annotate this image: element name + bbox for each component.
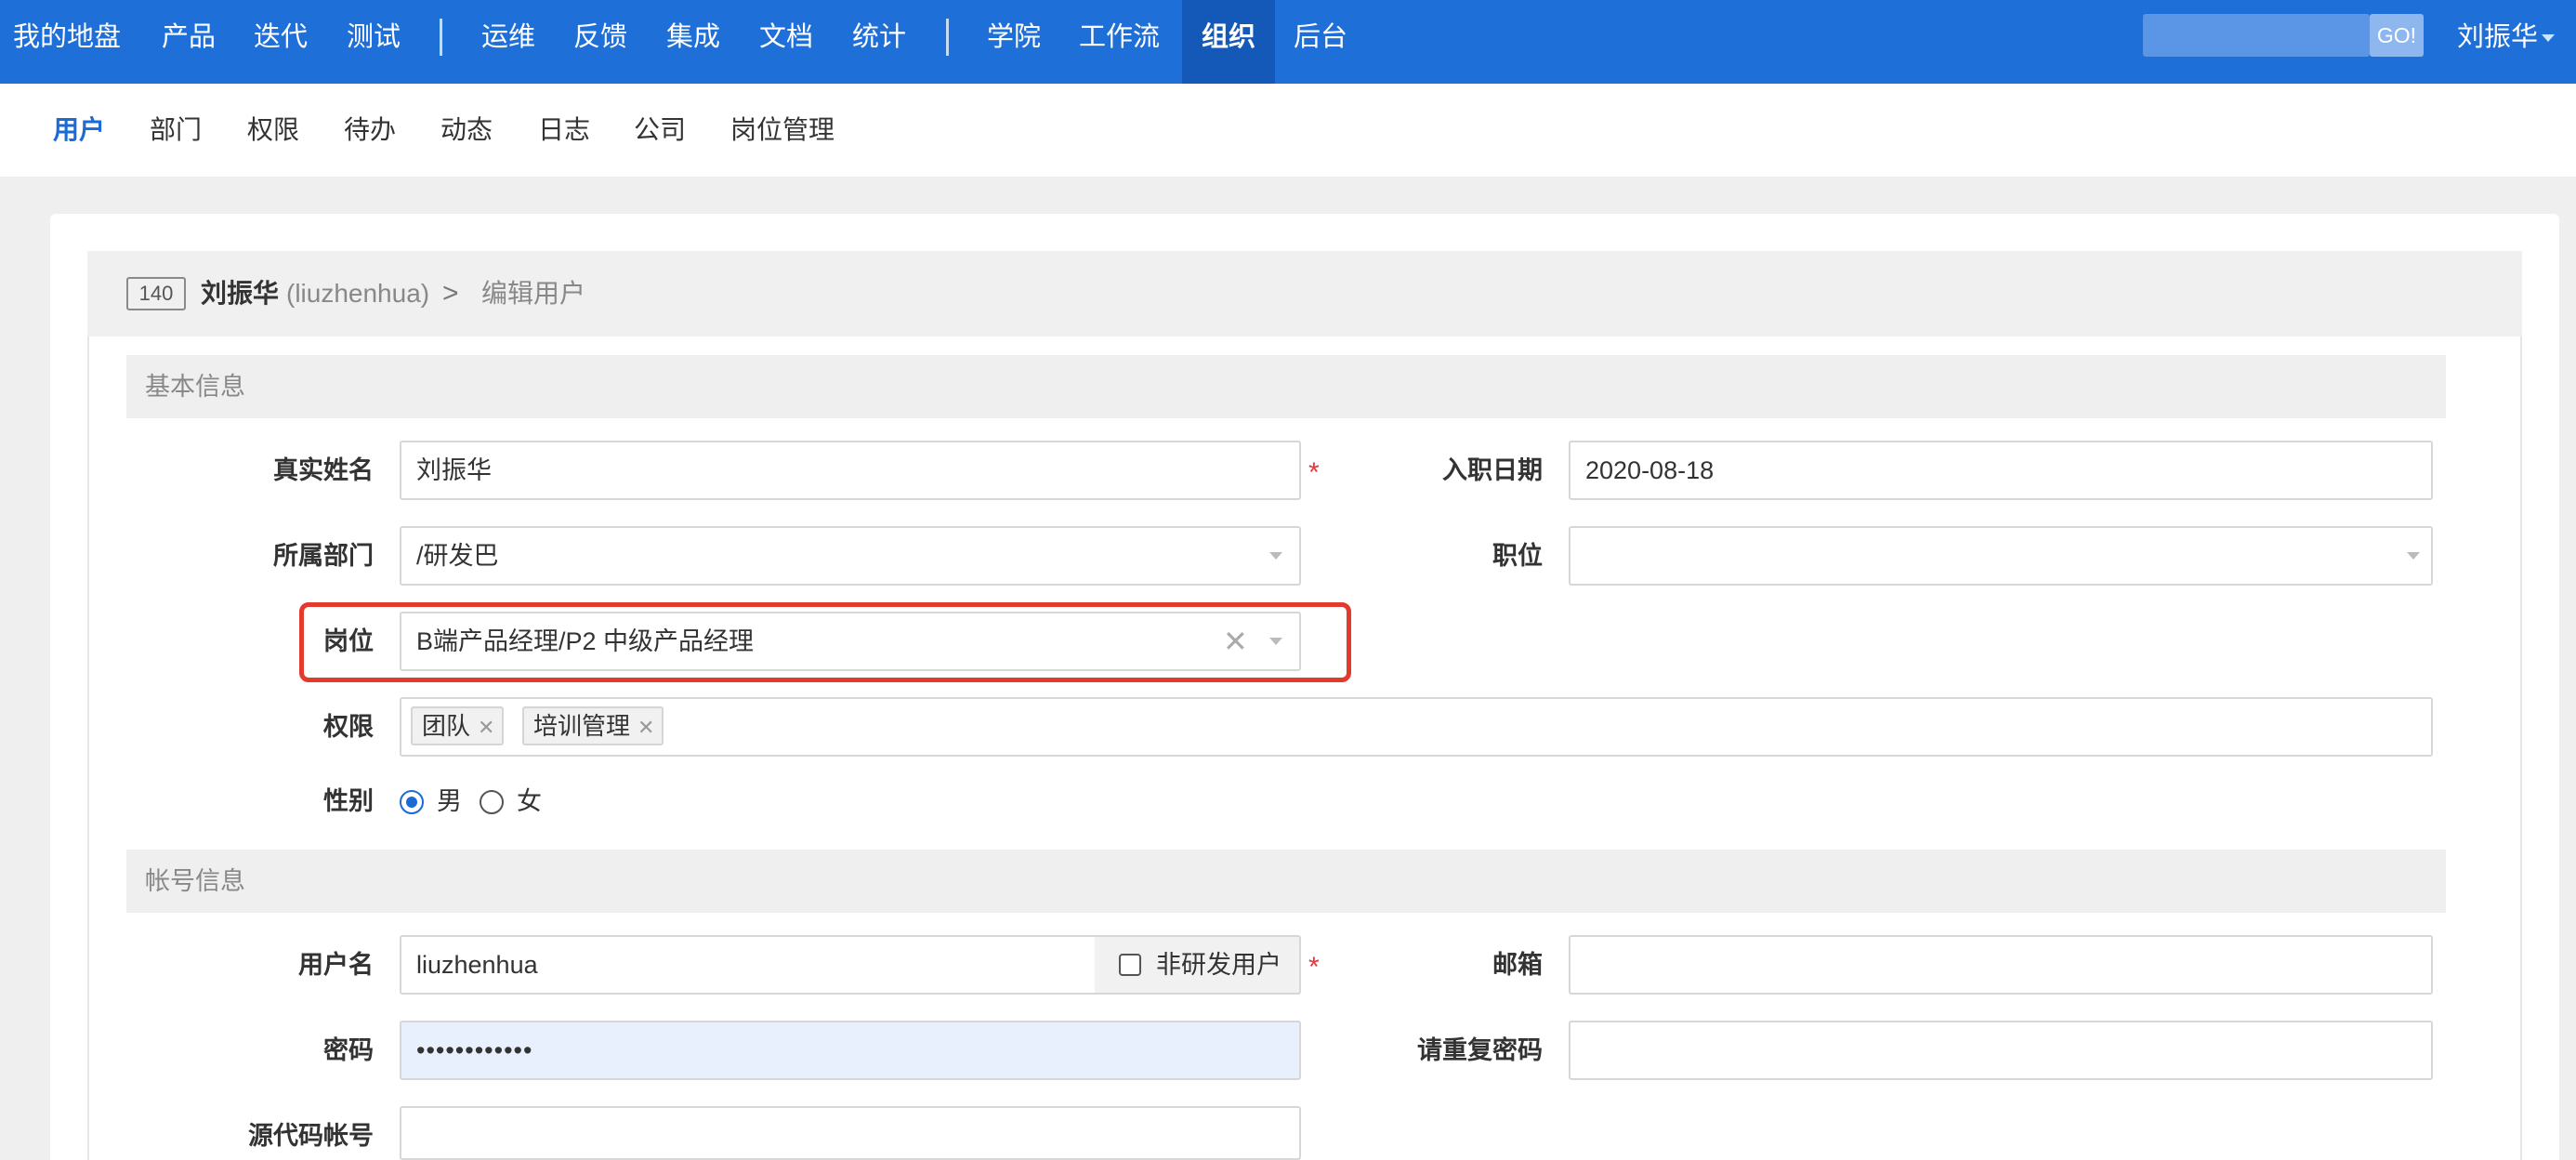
role-select[interactable] (1569, 526, 2433, 586)
password-input[interactable]: •••••••••••• (400, 1021, 1301, 1080)
nav-divider (440, 19, 442, 56)
chevron-down-icon (1269, 552, 1282, 560)
subnav-item-post-management[interactable]: 岗位管理 (730, 84, 835, 177)
highlight-annotation (299, 602, 1351, 682)
search-input[interactable] (2143, 14, 2370, 57)
nav-item-academy[interactable]: 学院 (987, 0, 1041, 84)
close-icon[interactable]: ✕ (637, 716, 654, 739)
gender-label: 性别 (323, 787, 374, 815)
subnav-item-users[interactable]: 用户 (53, 84, 105, 177)
password-repeat-input[interactable] (1569, 1021, 2433, 1080)
nav-item-workflow[interactable]: 工作流 (1079, 0, 1160, 84)
password-label: 密码 (323, 1036, 374, 1064)
password-repeat-label: 请重复密码 (1417, 1036, 1543, 1064)
gender-option-male[interactable]: 男 (437, 783, 462, 820)
join-date-input[interactable]: 2020-08-18 (1569, 441, 2433, 500)
subnav-item-todo[interactable]: 待办 (344, 84, 396, 177)
section-basic-info (126, 355, 2446, 418)
source-account-label: 源代码帐号 (248, 1122, 374, 1150)
nav-item-statistics[interactable]: 统计 (852, 0, 906, 84)
section-title-basic: 基本信息 (145, 373, 245, 401)
rights-label: 权限 (323, 713, 374, 741)
gender-option-female[interactable]: 女 (517, 783, 542, 820)
join-date-label: 入职日期 (1442, 456, 1543, 484)
non-dev-user-checkbox[interactable] (1119, 954, 1141, 976)
source-account-input[interactable] (400, 1106, 1301, 1160)
search-go-button[interactable]: GO! (2370, 14, 2424, 57)
nav-item-my-dashboard[interactable]: 我的地盘 (13, 0, 121, 84)
user-id-badge: 140 (126, 277, 186, 310)
user-display-name[interactable]: 刘振华 (201, 275, 279, 312)
subnav-item-departments[interactable]: 部门 (150, 84, 202, 177)
department-select[interactable]: /研发巴 (400, 526, 1301, 586)
subnav-item-log[interactable]: 日志 (538, 84, 590, 177)
gender-radio-female[interactable] (480, 790, 504, 814)
chevron-down-icon (2542, 34, 2556, 43)
nav-item-test[interactable]: 测试 (347, 0, 401, 84)
subnav-item-permissions[interactable]: 权限 (247, 84, 299, 177)
rights-tag: 团队 ✕ (411, 706, 505, 745)
user-name: 刘振华 (2457, 22, 2539, 52)
section-account-info (126, 850, 2446, 913)
nav-item-organization[interactable]: 组织 (1182, 0, 1275, 84)
non-dev-user-label[interactable]: 非研发用户 (1156, 946, 1281, 983)
user-menu[interactable]: 刘振华 (2457, 0, 2556, 74)
close-icon[interactable]: ✕ (478, 716, 494, 739)
chevron-down-icon (2407, 552, 2420, 560)
gender-radio-male[interactable] (400, 790, 424, 814)
nav-item-docs[interactable]: 文档 (759, 0, 813, 84)
page-title: 编辑用户 (481, 279, 586, 308)
section-title-account: 帐号信息 (145, 867, 245, 895)
rights-tag-label: 培训管理 (533, 712, 631, 740)
rights-tag-label: 团队 (422, 712, 471, 740)
required-marker: * (1308, 952, 1320, 982)
nav-item-integration[interactable]: 集成 (666, 0, 720, 84)
email-input[interactable] (1569, 935, 2433, 995)
rights-tag: 培训管理 ✕ (522, 706, 664, 745)
required-marker: * (1308, 457, 1320, 488)
nav-item-iteration[interactable]: 迭代 (254, 0, 308, 84)
realname-label: 真实姓名 (273, 456, 374, 484)
role-label: 职位 (1492, 542, 1543, 570)
nav-item-ops[interactable]: 运维 (481, 0, 535, 84)
rights-multiselect[interactable] (400, 697, 2433, 757)
subnav-item-activity[interactable]: 动态 (440, 84, 493, 177)
realname-input[interactable]: 刘振华 (400, 441, 1301, 500)
username-label: 用户名 (298, 951, 374, 979)
department-label: 所属部门 (273, 542, 374, 570)
user-account: (liuzhenhua) (286, 279, 430, 308)
nav-item-feedback[interactable]: 反馈 (573, 0, 627, 84)
username-input[interactable]: liuzhenhua (400, 935, 1097, 995)
nav-divider (946, 19, 949, 56)
subnav-item-company[interactable]: 公司 (634, 84, 686, 177)
email-label: 邮箱 (1492, 951, 1543, 979)
nav-item-product[interactable]: 产品 (162, 0, 216, 84)
chevron-right-icon: > (442, 278, 459, 309)
nav-item-admin[interactable]: 后台 (1294, 0, 1347, 84)
